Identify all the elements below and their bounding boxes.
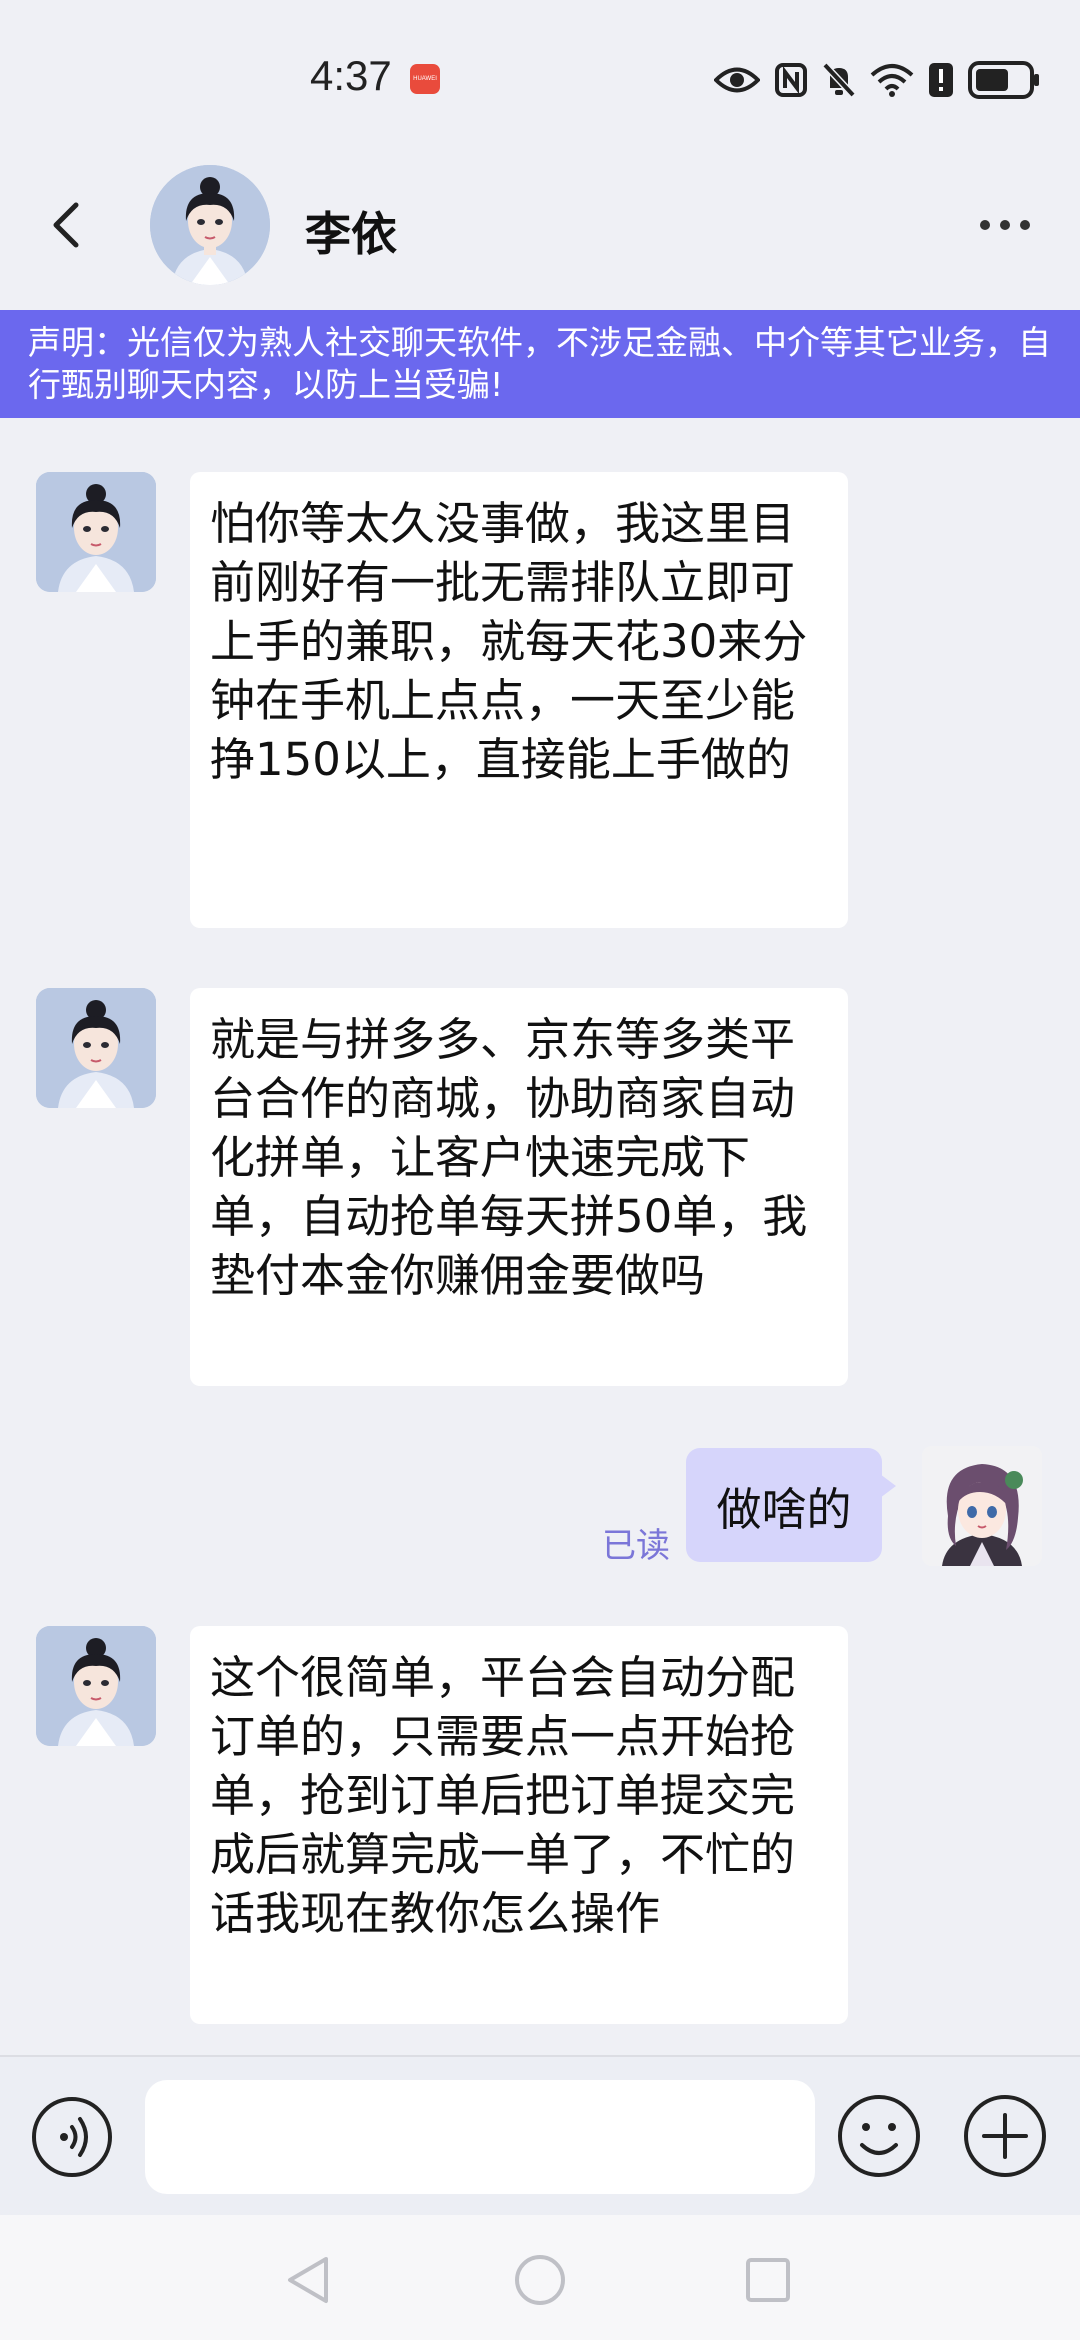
nav-recents-button[interactable]: [733, 2245, 803, 2315]
status-time: 4:37: [310, 52, 392, 99]
eye-icon: [714, 67, 760, 93]
contact-avatar[interactable]: [150, 165, 270, 285]
alert-icon: [929, 63, 953, 97]
emoji-icon: [838, 2095, 920, 2177]
message-bubble-incoming[interactable]: 怕你等太久没事做，我这里目前刚好有一批无需排队立即可上手的兼职，就每天花30来分…: [190, 472, 848, 928]
mute-icon: [822, 62, 856, 98]
anime-girl-avatar-icon: [922, 1446, 1042, 1566]
nav-recents-icon: [746, 2258, 790, 2302]
sender-avatar[interactable]: [36, 988, 156, 1108]
message-text: 做啥的: [716, 1482, 852, 1536]
voice-button[interactable]: [30, 2095, 114, 2179]
message-bubble-incoming[interactable]: 这个很简单，平台会自动分配订单的，只需要点一点开始抢单，抢到订单后把订单提交完成…: [190, 1626, 848, 2024]
nav-home-icon: [515, 2255, 565, 2305]
emoji-button[interactable]: [836, 2093, 922, 2179]
woman-avatar-icon: [150, 165, 270, 285]
woman-avatar-icon: [36, 988, 156, 1108]
chevron-left-icon: [53, 202, 79, 248]
woman-avatar-icon: [36, 472, 156, 592]
message-bubble-outgoing[interactable]: 做啥的: [686, 1448, 896, 1562]
input-bar: [0, 2055, 1080, 2215]
read-status: 已读: [602, 1526, 670, 1566]
more-dots-icon: [1000, 220, 1010, 230]
wifi-icon: [870, 64, 914, 97]
disclaimer-banner: 声明：光信仅为熟人社交聊天软件，不涉足金融、中介等其它业务，自行甄别聊天内容，以…: [0, 310, 1080, 418]
nfc-icon: [775, 63, 807, 97]
more-options-button[interactable]: [970, 200, 1040, 250]
more-dots-icon: [980, 220, 990, 230]
huawei-badge-icon: HUAWEI: [410, 64, 440, 94]
sender-avatar[interactable]: [36, 1626, 156, 1746]
message-input[interactable]: [145, 2080, 815, 2194]
woman-avatar-icon: [36, 1626, 156, 1746]
message-bubble-incoming[interactable]: 就是与拼多多、京东等多类平台合作的商城，协助商家自动化拼单，让客户快速完成下单，…: [190, 988, 848, 1386]
plus-icon: [964, 2095, 1046, 2177]
status-bar: 4:37 HUAWEI: [0, 0, 1080, 150]
chat-header: 李依: [0, 150, 1080, 310]
contact-name: 李依: [305, 207, 397, 261]
system-nav-bar: [0, 2215, 1080, 2340]
voice-icon: [32, 2097, 112, 2177]
battery-icon: [968, 61, 1039, 99]
plus-button[interactable]: [962, 2093, 1048, 2179]
my-avatar[interactable]: [922, 1446, 1042, 1566]
nav-home-button[interactable]: [505, 2245, 575, 2315]
status-icons: [714, 58, 1040, 102]
nav-back-button[interactable]: [272, 2245, 342, 2315]
sender-avatar[interactable]: [36, 472, 156, 592]
nav-back-icon: [288, 2257, 328, 2303]
more-dots-icon: [1020, 220, 1030, 230]
back-button[interactable]: [40, 195, 90, 255]
